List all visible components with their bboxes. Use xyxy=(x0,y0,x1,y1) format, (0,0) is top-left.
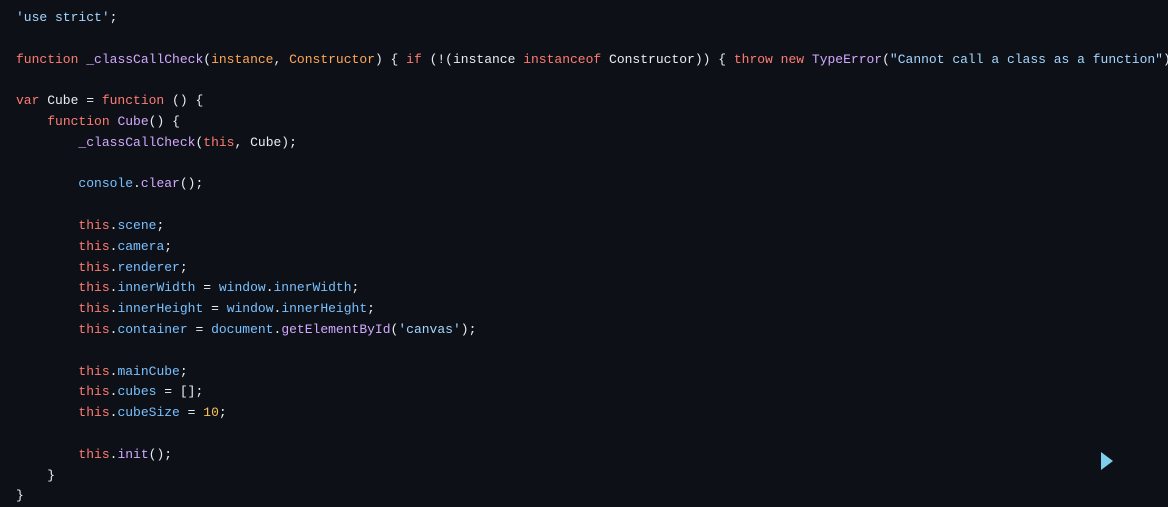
code-line-10 xyxy=(16,195,1152,216)
code-line-16: this.container = document.getElementById… xyxy=(16,320,1152,341)
code-line-12: this.camera; xyxy=(16,237,1152,258)
code-line-3: function _classCallCheck(instance, Const… xyxy=(16,50,1152,71)
code-line-8 xyxy=(16,154,1152,175)
code-line-19: this.cubes = []; xyxy=(16,382,1152,403)
cursor-icon xyxy=(1101,452,1113,470)
code-line-11: this.scene; xyxy=(16,216,1152,237)
code-line-4 xyxy=(16,70,1152,91)
code-line-23: } xyxy=(16,466,1152,487)
code-line-6: function Cube() { xyxy=(16,112,1152,133)
code-line-24: } xyxy=(16,486,1152,507)
code-line-1: 'use strict'; xyxy=(16,8,1152,29)
code-line-7: _classCallCheck(this, Cube); xyxy=(16,133,1152,154)
code-editor: 'use strict'; function _classCallCheck(i… xyxy=(0,0,1168,500)
code-line-17 xyxy=(16,341,1152,362)
code-line-2 xyxy=(16,29,1152,50)
code-line-18: this.mainCube; xyxy=(16,362,1152,383)
code-line-9: console.clear(); xyxy=(16,174,1152,195)
code-line-21 xyxy=(16,424,1152,445)
code-line-22: this.init(); xyxy=(16,445,1152,466)
code-line-5: var Cube = function () { xyxy=(16,91,1152,112)
code-line-13: this.renderer; xyxy=(16,258,1152,279)
code-line-14: this.innerWidth = window.innerWidth; xyxy=(16,278,1152,299)
code-line-15: this.innerHeight = window.innerHeight; xyxy=(16,299,1152,320)
code-line-20: this.cubeSize = 10; xyxy=(16,403,1152,424)
